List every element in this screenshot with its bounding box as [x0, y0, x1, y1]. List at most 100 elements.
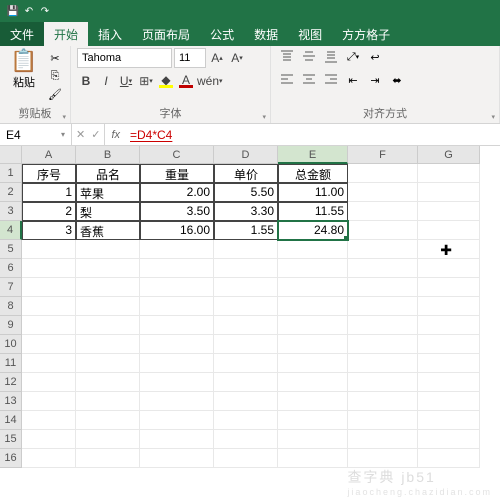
cell-G13[interactable] [418, 392, 480, 411]
cell-A10[interactable] [22, 335, 76, 354]
cell-A3[interactable]: 2 [22, 202, 76, 221]
wrap-text-icon[interactable]: ↩ [365, 48, 385, 66]
cell-C6[interactable] [140, 259, 214, 278]
cell-F13[interactable] [348, 392, 418, 411]
cell-D1[interactable]: 单价 [214, 164, 278, 183]
col-head-C[interactable]: C [140, 146, 214, 164]
cell-D6[interactable] [214, 259, 278, 278]
cell-E8[interactable] [278, 297, 348, 316]
cell-A4[interactable]: 3 [22, 221, 76, 240]
cell-F7[interactable] [348, 278, 418, 297]
col-head-E[interactable]: E [278, 146, 348, 164]
cell-E4[interactable]: 24.80 [278, 221, 348, 240]
cell-B3[interactable]: 梨 [76, 202, 140, 221]
cell-C10[interactable] [140, 335, 214, 354]
cell-E5[interactable] [278, 240, 348, 259]
cell-E11[interactable] [278, 354, 348, 373]
cell-B4[interactable]: 香蕉 [76, 221, 140, 240]
cell-A1[interactable]: 序号 [22, 164, 76, 183]
cell-D9[interactable] [214, 316, 278, 335]
tab-data[interactable]: 数据 [244, 22, 288, 46]
col-head-F[interactable]: F [348, 146, 418, 164]
tab-home[interactable]: 开始 [44, 22, 88, 46]
align-right-icon[interactable] [321, 71, 341, 89]
row-head-16[interactable]: 16 [0, 449, 22, 468]
chevron-down-icon[interactable]: ▾ [61, 130, 65, 139]
cell-B2[interactable]: 苹果 [76, 183, 140, 202]
cell-B9[interactable] [76, 316, 140, 335]
cell-C5[interactable] [140, 240, 214, 259]
bold-button[interactable]: B [77, 72, 95, 90]
cell-B5[interactable] [76, 240, 140, 259]
row-head-2[interactable]: 2 [0, 183, 22, 202]
cell-F8[interactable] [348, 297, 418, 316]
cell-F9[interactable] [348, 316, 418, 335]
font-size-select[interactable] [174, 48, 206, 68]
cell-G1[interactable] [418, 164, 480, 183]
row-head-14[interactable]: 14 [0, 411, 22, 430]
row-head-1[interactable]: 1 [0, 164, 22, 183]
cell-A9[interactable] [22, 316, 76, 335]
col-head-D[interactable]: D [214, 146, 278, 164]
fx-icon[interactable]: fx [105, 124, 126, 145]
cell-E3[interactable]: 11.55 [278, 202, 348, 221]
cell-E9[interactable] [278, 316, 348, 335]
row-head-5[interactable]: 5 [0, 240, 22, 259]
cell-D2[interactable]: 5.50 [214, 183, 278, 202]
cell-G10[interactable] [418, 335, 480, 354]
row-head-3[interactable]: 3 [0, 202, 22, 221]
row-head-15[interactable]: 15 [0, 430, 22, 449]
paste-button[interactable]: 📋 粘贴 [6, 48, 42, 103]
cut-icon[interactable]: ✂ [46, 50, 64, 66]
cell-C16[interactable] [140, 449, 214, 468]
cell-G8[interactable] [418, 297, 480, 316]
cell-D7[interactable] [214, 278, 278, 297]
tab-fgz[interactable]: 方方格子 [332, 22, 400, 46]
col-head-B[interactable]: B [76, 146, 140, 164]
cell-F1[interactable] [348, 164, 418, 183]
phonetic-button[interactable]: wén▾ [197, 72, 223, 90]
row-head-11[interactable]: 11 [0, 354, 22, 373]
cell-A16[interactable] [22, 449, 76, 468]
border-button[interactable]: ⊞▾ [137, 72, 155, 90]
cell-A6[interactable] [22, 259, 76, 278]
align-center-icon[interactable] [299, 71, 319, 89]
cell-G11[interactable] [418, 354, 480, 373]
cell-C9[interactable] [140, 316, 214, 335]
cell-G12[interactable] [418, 373, 480, 392]
cell-D11[interactable] [214, 354, 278, 373]
tab-layout[interactable]: 页面布局 [132, 22, 200, 46]
cell-G6[interactable] [418, 259, 480, 278]
cell-E13[interactable] [278, 392, 348, 411]
cell-E12[interactable] [278, 373, 348, 392]
font-color-button[interactable]: A [177, 72, 195, 90]
row-head-8[interactable]: 8 [0, 297, 22, 316]
cell-F12[interactable] [348, 373, 418, 392]
align-left-icon[interactable] [277, 71, 297, 89]
cell-D3[interactable]: 3.30 [214, 202, 278, 221]
row-head-6[interactable]: 6 [0, 259, 22, 278]
cell-D14[interactable] [214, 411, 278, 430]
cell-G15[interactable] [418, 430, 480, 449]
cell-A8[interactable] [22, 297, 76, 316]
cell-E6[interactable] [278, 259, 348, 278]
cell-G5[interactable] [418, 240, 480, 259]
cell-C8[interactable] [140, 297, 214, 316]
cell-C4[interactable]: 16.00 [140, 221, 214, 240]
cell-D10[interactable] [214, 335, 278, 354]
cell-E2[interactable]: 11.00 [278, 183, 348, 202]
cell-B7[interactable] [76, 278, 140, 297]
cell-E10[interactable] [278, 335, 348, 354]
save-icon[interactable]: 💾 [6, 4, 20, 18]
cell-A15[interactable] [22, 430, 76, 449]
cell-G2[interactable] [418, 183, 480, 202]
merge-center-icon[interactable]: ⬌ [387, 71, 407, 89]
increase-indent-icon[interactable]: ⇥ [365, 71, 385, 89]
cell-C1[interactable]: 重量 [140, 164, 214, 183]
col-head-A[interactable]: A [22, 146, 76, 164]
cell-F4[interactable] [348, 221, 418, 240]
cell-B14[interactable] [76, 411, 140, 430]
cell-F11[interactable] [348, 354, 418, 373]
cell-E16[interactable] [278, 449, 348, 468]
formula-input[interactable]: =D4*C4 [126, 124, 500, 145]
